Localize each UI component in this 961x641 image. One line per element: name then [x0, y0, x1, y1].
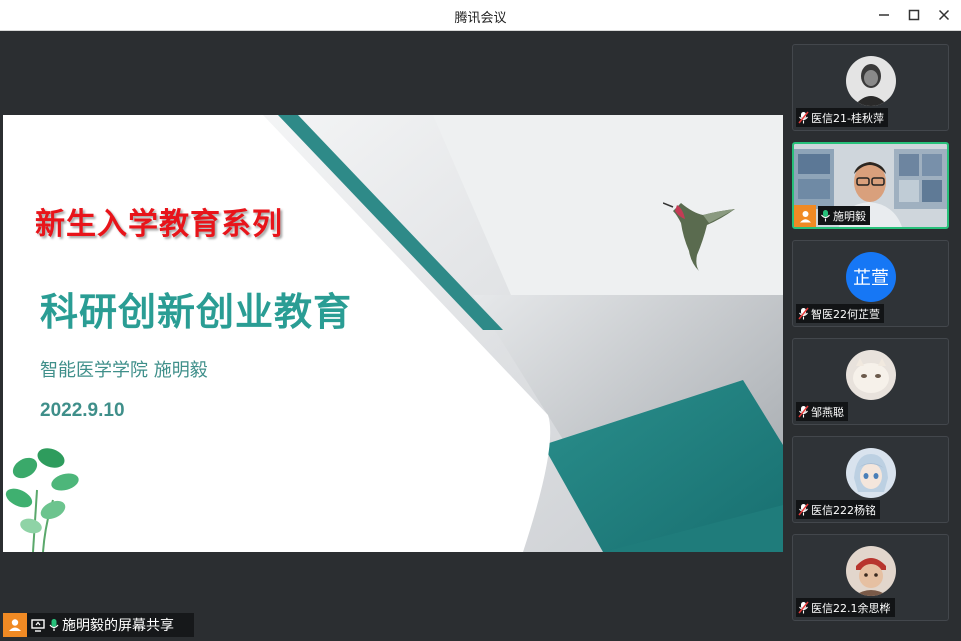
participant-name-tag: 邹燕聪 — [796, 402, 848, 421]
avatar — [846, 56, 896, 106]
microphone-muted-icon — [798, 405, 809, 418]
participant-name: 医信22.1余思桦 — [811, 601, 891, 615]
plant-illustration — [5, 448, 79, 552]
slide-author: 智能医学学院 施明毅 — [40, 360, 208, 381]
slide-series-heading: 新生入学教育系列 — [35, 207, 283, 242]
shared-screen-stage[interactable]: 新生入学教育系列 科研创新创业教育 智能医学学院 施明毅 2022.9.10 — [3, 31, 783, 638]
screen-share-label: 施明毅的屏幕共享 — [62, 618, 174, 634]
close-button[interactable] — [932, 4, 956, 26]
close-icon — [938, 9, 950, 21]
microphone-muted-icon — [798, 601, 809, 614]
participant-name-tag: 智医22何芷萱 — [796, 304, 884, 323]
user-icon — [3, 613, 27, 637]
avatar — [846, 350, 896, 400]
maximize-icon — [908, 9, 920, 21]
user-icon — [794, 205, 816, 227]
participant-name-tag: 医信21-桂秋萍 — [796, 108, 888, 127]
microphone-muted-icon — [798, 503, 809, 516]
participant-tile[interactable]: 医信21-桂秋萍 — [792, 44, 949, 131]
participant-name: 施明毅 — [833, 209, 866, 223]
participant-name-tag: 医信22.1余思桦 — [796, 598, 895, 617]
avatar — [846, 448, 896, 498]
participant-name: 医信21-桂秋萍 — [811, 111, 884, 125]
participant-video — [794, 144, 947, 227]
participant-name-tag: 施明毅 — [818, 206, 870, 225]
window-titlebar: 腾讯会议 — [0, 0, 961, 31]
participant-tile[interactable]: 邹燕聪 — [792, 338, 949, 425]
participant-name: 医信222杨铭 — [811, 503, 876, 517]
slide-date: 2022.9.10 — [40, 400, 125, 421]
participant-name-tag: 医信222杨铭 — [796, 500, 880, 519]
screen-share-icon — [31, 618, 45, 632]
participant-tile-active-speaker[interactable]: 施明毅 — [792, 142, 949, 229]
participant-name: 智医22何芷萱 — [811, 307, 880, 321]
microphone-muted-icon — [798, 307, 809, 320]
minimize-button[interactable] — [872, 4, 896, 26]
avatar: 芷萱 — [846, 252, 896, 302]
window-title: 腾讯会议 — [454, 11, 507, 26]
participant-tile[interactable]: 医信22.1余思桦 — [792, 534, 949, 621]
microphone-on-icon — [48, 618, 60, 632]
microphone-on-icon — [820, 209, 831, 222]
avatar — [846, 546, 896, 596]
maximize-button[interactable] — [902, 4, 926, 26]
participant-tile[interactable]: 医信222杨铭 — [792, 436, 949, 523]
slide-title: 科研创新创业教育 — [40, 290, 353, 334]
participant-tile[interactable]: 芷萱 智医22何芷萱 — [792, 240, 949, 327]
participants-sidebar: 医信21-桂秋萍 施明毅 芷萱 智医22何芷萱 邹燕聪 医信222杨铭 医信22… — [783, 31, 961, 641]
participant-name: 邹燕聪 — [811, 405, 844, 419]
microphone-muted-icon — [798, 111, 809, 124]
hummingbird-illustration — [663, 202, 735, 271]
screen-share-indicator[interactable]: 施明毅的屏幕共享 — [3, 613, 194, 637]
presentation-slide: 新生入学教育系列 科研创新创业教育 智能医学学院 施明毅 2022.9.10 — [3, 115, 783, 552]
minimize-icon — [879, 14, 889, 16]
